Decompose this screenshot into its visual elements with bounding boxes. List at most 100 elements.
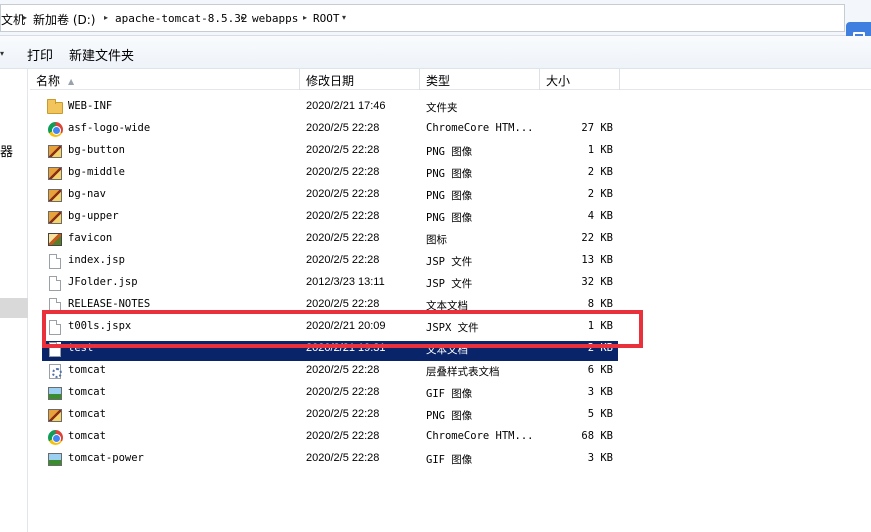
file-name: tomcat-power <box>68 452 144 464</box>
file-size: 4 KB <box>587 210 613 222</box>
column-size-label: 大小 <box>546 74 571 88</box>
column-header: 名称 ▲ 修改日期 类型 大小 <box>30 69 871 90</box>
column-name-label: 名称 <box>36 74 61 88</box>
file-size: 68 KB <box>581 430 613 442</box>
file-size: 32 KB <box>581 276 613 288</box>
column-name[interactable]: 名称 ▲ <box>30 69 300 90</box>
column-size[interactable]: 大小 <box>540 69 620 90</box>
file-date: 2020/2/5 22:28 <box>306 122 380 134</box>
file-size: 3 KB <box>587 452 613 464</box>
toolbar: ▾ 打印 新建文件夹 <box>0 36 871 69</box>
file-size: 1 KB <box>587 144 613 156</box>
png-image-icon <box>48 211 62 224</box>
folder-icon <box>47 99 63 114</box>
file-name: bg-upper <box>68 210 119 222</box>
file-type: PNG 图像 <box>426 168 473 180</box>
file-size: 3 KB <box>587 386 613 398</box>
file-name: asf-logo-wide <box>68 122 151 134</box>
file-date: 2020/2/5 22:28 <box>306 188 380 200</box>
breadcrumb-webapps[interactable]: webapps <box>252 12 298 25</box>
file-row[interactable]: tomcat 2020/2/5 22:28 GIF 图像 3 KB <box>30 382 871 404</box>
file-size: 13 KB <box>581 254 613 266</box>
column-date[interactable]: 修改日期 <box>300 69 420 90</box>
breadcrumb-separator-icon[interactable]: ▸ <box>104 13 108 22</box>
file-name: tomcat <box>68 408 106 420</box>
file-row[interactable]: tomcat 2020/2/5 22:28 层叠样式表文档 6 KB <box>30 360 871 382</box>
file-type: 文件夹 <box>426 102 458 114</box>
file-name: WEB-INF <box>68 100 113 112</box>
file-date: 2020/2/5 22:28 <box>306 166 380 178</box>
breadcrumb-tomcat[interactable]: apache-tomcat-8.5.32 <box>115 12 247 25</box>
file-date: 2020/2/5 22:28 <box>306 452 380 464</box>
column-date-label: 修改日期 <box>306 74 355 88</box>
breadcrumb-separator-icon[interactable]: ▸ <box>241 13 245 22</box>
file-row[interactable]: bg-middle 2020/2/5 22:28 PNG 图像 2 KB <box>30 162 871 184</box>
file-type: JSP 文件 <box>426 278 473 290</box>
breadcrumb-root[interactable]: ROOT <box>313 12 340 25</box>
file-type: JSP 文件 <box>426 256 473 268</box>
ico-icon <box>48 233 62 246</box>
file-name: JFolder.jsp <box>68 276 138 288</box>
file-row[interactable]: JFolder.jsp 2012/3/23 13:11 JSP 文件 32 KB <box>30 272 871 294</box>
file-type: ChromeCore HTM... <box>426 122 534 134</box>
address-bar[interactable]: 文机 ▸ 新加卷 (D:) ▸ apache-tomcat-8.5.32 ▸ w… <box>0 4 845 32</box>
file-size: 22 KB <box>581 232 613 244</box>
file-row[interactable]: bg-nav 2020/2/5 22:28 PNG 图像 2 KB <box>30 184 871 206</box>
png-image-icon <box>48 409 62 422</box>
file-row[interactable]: bg-upper 2020/2/5 22:28 PNG 图像 4 KB <box>30 206 871 228</box>
png-image-icon <box>48 167 62 180</box>
file-date: 2020/2/5 22:28 <box>306 430 380 442</box>
chrome-icon <box>48 430 63 445</box>
file-name: favicon <box>68 232 113 244</box>
file-type: PNG 图像 <box>426 190 473 202</box>
file-row[interactable]: bg-button 2020/2/5 22:28 PNG 图像 1 KB <box>30 140 871 162</box>
gif-image-icon <box>48 387 62 400</box>
sort-ascending-icon: ▲ <box>68 77 75 86</box>
breadcrumb-drive[interactable]: 新加卷 (D:) <box>33 11 95 28</box>
file-date: 2020/2/5 22:28 <box>306 408 380 420</box>
file-size: 2 KB <box>587 188 613 200</box>
address-bar-region: 文机 ▸ 新加卷 (D:) ▸ apache-tomcat-8.5.32 ▸ w… <box>0 0 871 36</box>
breadcrumb-separator-icon[interactable]: ▸ <box>23 13 27 22</box>
css-icon <box>49 364 62 379</box>
new-folder-button[interactable]: 新建文件夹 <box>69 45 134 64</box>
nav-item-selected[interactable] <box>0 298 28 318</box>
file-date: 2020/2/5 22:28 <box>306 254 380 266</box>
navigation-pane[interactable]: 器 <box>0 69 28 532</box>
file-date: 2020/2/5 22:28 <box>306 386 380 398</box>
file-row[interactable]: tomcat-power 2020/2/5 22:28 GIF 图像 3 KB <box>30 448 871 470</box>
png-image-icon <box>48 189 62 202</box>
file-name: tomcat <box>68 386 106 398</box>
file-name: index.jsp <box>68 254 125 266</box>
document-icon <box>49 254 61 269</box>
file-size: 8 KB <box>587 298 613 310</box>
file-row[interactable]: tomcat 2020/2/5 22:28 ChromeCore HTM... 68 … <box>30 426 871 448</box>
document-icon <box>49 276 61 291</box>
file-type: PNG 图像 <box>426 146 473 158</box>
nav-item-label[interactable]: 器 <box>0 141 13 160</box>
file-type: GIF 图像 <box>426 454 473 466</box>
chevron-down-icon[interactable]: ▾ <box>0 49 4 58</box>
file-date: 2012/3/23 13:11 <box>306 276 385 288</box>
file-row[interactable]: favicon 2020/2/5 22:28 图标 22 KB <box>30 228 871 250</box>
file-type: GIF 图像 <box>426 388 473 400</box>
file-size: 27 KB <box>581 122 613 134</box>
gif-image-icon <box>48 453 62 466</box>
breadcrumb-computer[interactable]: 文机 <box>1 11 25 28</box>
file-type: PNG 图像 <box>426 212 473 224</box>
breadcrumb-dropdown-icon[interactable]: ▾ <box>342 13 346 22</box>
file-row[interactable]: WEB-INF 2020/2/21 17:46 文件夹 <box>30 96 871 118</box>
column-type-label: 类型 <box>426 74 451 88</box>
column-type[interactable]: 类型 <box>420 69 540 90</box>
file-type: PNG 图像 <box>426 410 473 422</box>
print-button[interactable]: 打印 <box>27 45 53 64</box>
file-row[interactable]: tomcat 2020/2/5 22:28 PNG 图像 5 KB <box>30 404 871 426</box>
file-row[interactable]: asf-logo-wide 2020/2/5 22:28 ChromeCore HT… <box>30 118 871 140</box>
file-size: 2 KB <box>587 166 613 178</box>
file-row[interactable]: index.jsp 2020/2/5 22:28 JSP 文件 13 KB <box>30 250 871 272</box>
file-name: tomcat <box>68 364 106 376</box>
breadcrumb-separator-icon[interactable]: ▸ <box>303 13 307 22</box>
file-date: 2020/2/5 22:28 <box>306 232 380 244</box>
file-name: bg-middle <box>68 166 125 178</box>
file-name: bg-nav <box>68 188 106 200</box>
